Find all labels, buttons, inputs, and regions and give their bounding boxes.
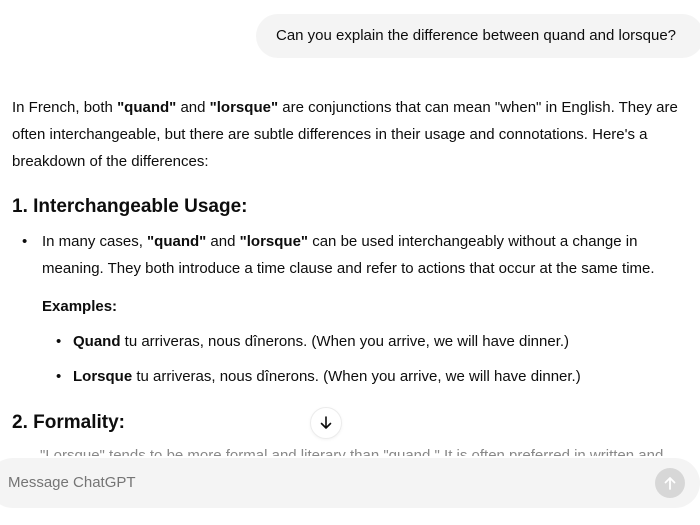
example-keyword: Lorsque xyxy=(73,368,133,385)
examples-label: Examples: xyxy=(42,298,118,315)
partially-hidden-text: "Lorsque" tends to be more formal and li… xyxy=(40,447,664,456)
section-heading-interchangeable: 1. Interchangeable Usage: xyxy=(12,196,248,217)
section-heading-formality: 2. Formality: xyxy=(12,412,125,433)
assistant-message: In French, both "quand" and "lorsque" ar… xyxy=(12,94,692,433)
bullet-text: and xyxy=(206,233,240,250)
intro-lorsque: "lorsque" xyxy=(209,99,279,116)
example-text: tu arriveras, nous dînerons. (When you a… xyxy=(132,368,581,385)
bullet-lorsque: "lorsque" xyxy=(239,233,309,250)
example-item: Quand tu arriveras, nous dînerons. (When… xyxy=(52,328,569,355)
user-message-row: Can you explain the difference between q… xyxy=(0,14,700,58)
send-button[interactable] xyxy=(655,468,685,498)
section-bullet-list: In many cases, "quand" and "lorsque" can… xyxy=(12,228,692,282)
intro-quand: "quand" xyxy=(117,99,177,116)
example-item: Lorsque tu arriveras, nous dînerons. (Wh… xyxy=(52,363,581,390)
scroll-to-bottom-button[interactable] xyxy=(310,407,342,439)
example-text: tu arriveras, nous dînerons. (When you a… xyxy=(120,333,570,350)
message-input[interactable] xyxy=(8,458,608,508)
intro-text: In French, both xyxy=(12,99,118,116)
intro-text: and xyxy=(176,99,210,116)
arrow-up-icon xyxy=(664,477,676,490)
arrow-down-icon xyxy=(320,416,332,429)
bullet-text: In many cases, xyxy=(42,233,148,250)
list-item: In many cases, "quand" and "lorsque" can… xyxy=(12,228,692,282)
assistant-intro: In French, both "quand" and "lorsque" ar… xyxy=(12,94,692,175)
bullet-quand: "quand" xyxy=(147,233,207,250)
user-message-bubble: Can you explain the difference between q… xyxy=(256,14,700,58)
example-keyword: Quand xyxy=(73,333,121,350)
message-composer xyxy=(0,458,700,508)
